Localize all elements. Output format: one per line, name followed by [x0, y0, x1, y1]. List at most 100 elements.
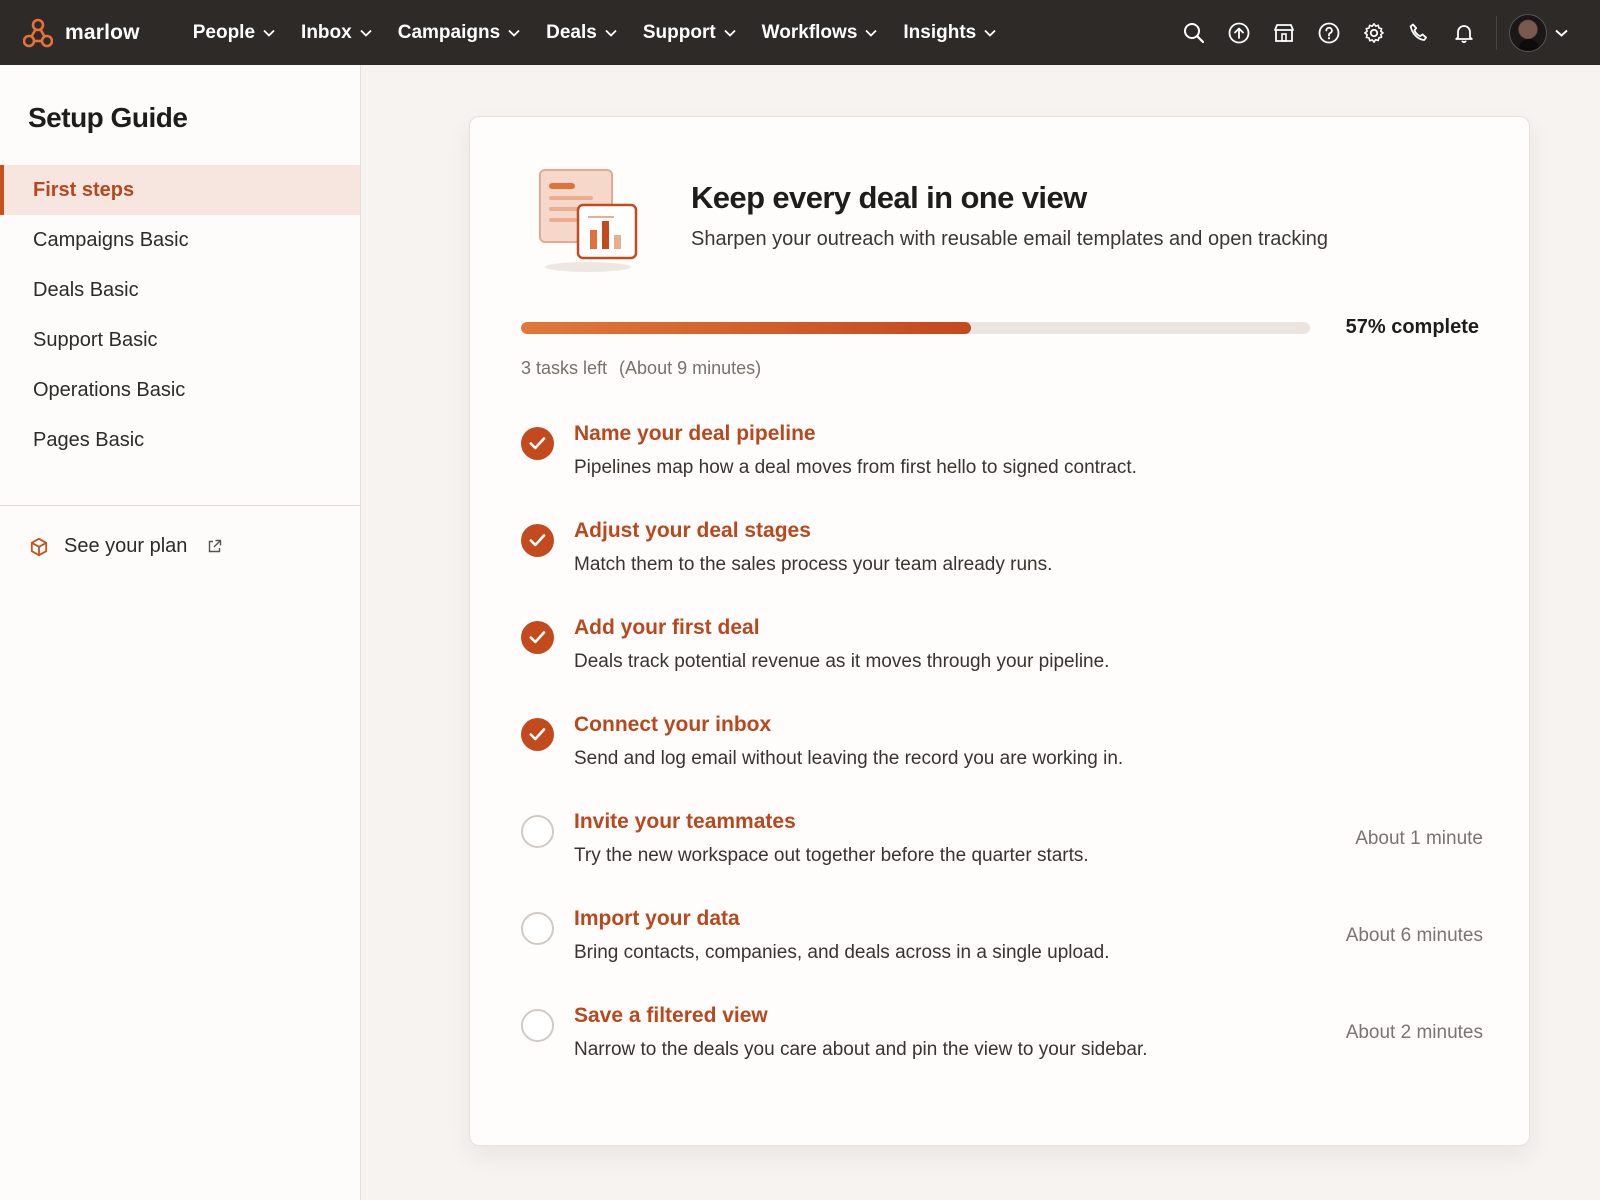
setup-guide-card: Keep every deal in one view Sharpen your…: [469, 116, 1530, 1146]
notifications-icon: [1454, 24, 1473, 43]
sidebar-item-first-steps[interactable]: First steps: [0, 165, 360, 215]
task-title[interactable]: Name your deal pipeline: [574, 422, 816, 446]
task-title[interactable]: Invite your teammates: [574, 810, 796, 834]
sidebar-nav: First steps Campaigns Basic Deals Basic …: [0, 165, 360, 465]
nav-insights[interactable]: Insights: [890, 0, 1009, 65]
sidebar-item-support-basic[interactable]: Support Basic: [0, 315, 360, 365]
marketplace-button[interactable]: [1261, 0, 1306, 65]
upgrade-icon: [1228, 22, 1249, 43]
report-illustration-icon: [539, 169, 638, 272]
nav-people[interactable]: People: [180, 0, 288, 65]
checkmark-icon: [529, 631, 546, 644]
task-checkbox-unchecked[interactable]: [521, 912, 554, 945]
sidebar-title: Setup Guide: [28, 102, 188, 133]
checkmark-icon: [529, 534, 546, 547]
task-time-estimate: About 2 minutes: [1345, 1022, 1483, 1043]
checkmark-icon: [529, 437, 546, 450]
task-checkbox-checked[interactable]: [521, 427, 554, 460]
nav-insights-label: Insights: [903, 21, 977, 43]
nav-campaigns-label: Campaigns: [397, 21, 501, 43]
task-title[interactable]: Add your first deal: [574, 616, 760, 640]
sidebar-item-deals-basic[interactable]: Deals Basic: [0, 265, 360, 315]
setup-guide-sidebar: Setup Guide First steps Campaigns Basic …: [0, 65, 361, 1200]
nav-deals[interactable]: Deals: [533, 0, 630, 65]
chevron-down-icon: [1555, 29, 1568, 37]
task-description: Send and log email without leaving the r…: [574, 748, 1124, 769]
help-button[interactable]: [1306, 0, 1351, 65]
chevron-down-icon: [865, 29, 878, 37]
task-time-estimate: About 1 minute: [1355, 828, 1483, 849]
sidebar-item-pages-basic[interactable]: Pages Basic: [0, 415, 360, 465]
chevron-down-icon: [605, 29, 617, 37]
help-icon: [1318, 22, 1339, 43]
task-item: Invite your teammates Try the new worksp…: [521, 810, 1483, 912]
main-menu: People Inbox Campaigns Deals Support Wor…: [180, 0, 1010, 65]
task-item: Add your first deal Deals track potentia…: [521, 616, 1483, 718]
nav-people-label: People: [192, 21, 256, 43]
tasks-remaining: 3 tasks left (About 9 minutes): [521, 358, 761, 379]
nav-workflows[interactable]: Workflows: [749, 0, 891, 65]
checkmark-icon: [529, 728, 546, 741]
progress-bar: [521, 322, 1310, 334]
task-title[interactable]: Connect your inbox: [574, 713, 771, 737]
task-item: Import your data Bring contacts, compani…: [521, 907, 1483, 1009]
brand-logo[interactable]: marlow: [23, 18, 140, 48]
task-description: Bring contacts, companies, and deals acr…: [574, 942, 1110, 963]
see-your-plan-link[interactable]: See your plan: [29, 535, 222, 558]
package-icon: [30, 537, 48, 556]
nav-deals-label: Deals: [546, 21, 597, 43]
nav-support-label: Support: [642, 21, 716, 43]
card-title: Keep every deal in one view: [691, 180, 1087, 215]
top-navigation: marlow People Inbox Campaigns Deals Supp…: [0, 0, 1600, 65]
task-checkbox-checked[interactable]: [521, 621, 554, 654]
sidebar-item-campaigns-basic[interactable]: Campaigns Basic: [0, 215, 360, 265]
utility-icons: [1171, 0, 1600, 65]
task-item: Connect your inbox Send and log email wi…: [521, 713, 1483, 815]
marketplace-icon: [1273, 23, 1294, 42]
settings-button[interactable]: [1351, 0, 1396, 65]
nav-campaigns[interactable]: Campaigns: [385, 0, 533, 65]
upgrade-button[interactable]: [1216, 0, 1261, 65]
sidebar-divider: [0, 505, 360, 506]
task-description: Deals track potential revenue as it move…: [574, 651, 1110, 672]
task-title[interactable]: Save a filtered view: [574, 1004, 768, 1028]
sidebar-item-operations-basic[interactable]: Operations Basic: [0, 365, 360, 415]
nav-workflows-label: Workflows: [761, 21, 858, 43]
task-description: Pipelines map how a deal moves from firs…: [574, 457, 1137, 478]
task-list: Name your deal pipeline Pipelines map ho…: [521, 422, 1483, 1106]
task-title[interactable]: Import your data: [574, 907, 740, 931]
settings-icon: [1363, 22, 1384, 43]
task-checkbox-unchecked[interactable]: [521, 815, 554, 848]
task-time-estimate: About 6 minutes: [1345, 925, 1483, 946]
tasks-left-text: 3 tasks left: [521, 358, 608, 378]
task-title[interactable]: Adjust your deal stages: [574, 519, 811, 543]
search-button[interactable]: [1171, 0, 1216, 65]
task-checkbox-checked[interactable]: [521, 718, 554, 751]
task-item: Save a filtered view Narrow to the deals…: [521, 1004, 1483, 1106]
nav-inbox[interactable]: Inbox: [288, 0, 385, 65]
progress-label: 57% complete: [1345, 316, 1479, 338]
nav-divider: [1496, 15, 1497, 50]
search-icon: [1183, 22, 1204, 43]
nav-inbox-label: Inbox: [301, 21, 352, 43]
external-link-icon: [209, 539, 222, 553]
task-item: Name your deal pipeline Pipelines map ho…: [521, 422, 1483, 524]
calling-button[interactable]: [1396, 0, 1441, 65]
task-description: Try the new workspace out together befor…: [574, 845, 1089, 866]
see-your-plan-label: See your plan: [64, 535, 188, 557]
logo-icon: [23, 18, 53, 47]
progress-bar-fill: [521, 322, 971, 334]
account-menu[interactable]: [1509, 13, 1568, 52]
chevron-down-icon: [508, 29, 520, 37]
nav-support[interactable]: Support: [630, 0, 749, 65]
task-description: Match them to the sales process your tea…: [574, 554, 1053, 575]
task-item: Adjust your deal stages Match them to th…: [521, 519, 1483, 621]
notifications-button[interactable]: [1441, 0, 1486, 65]
card-subtitle: Sharpen your outreach with reusable emai…: [691, 228, 1329, 250]
task-checkbox-unchecked[interactable]: [521, 1009, 554, 1042]
chevron-down-icon: [724, 29, 736, 37]
time-estimate-text: (About 9 minutes): [619, 358, 762, 378]
task-description: Narrow to the deals you care about and p…: [574, 1039, 1148, 1060]
task-checkbox-checked[interactable]: [521, 524, 554, 557]
avatar: [1509, 13, 1547, 52]
